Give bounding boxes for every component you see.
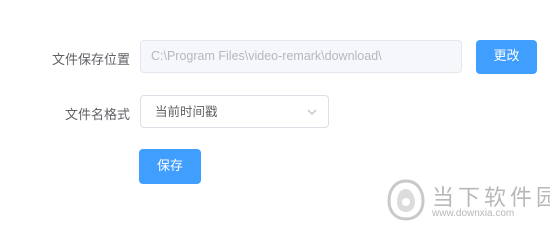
chevron-down-icon [307,109,317,115]
filename-format-select[interactable]: 当前时间戳 [140,95,329,128]
filename-format-label: 文件名格式 [64,108,130,123]
change-button[interactable]: 更改 [476,40,537,74]
save-location-label: 文件保存位置 [51,53,130,68]
watermark-url: www.downxia.com [432,208,515,219]
save-location-field[interactable]: C:\Program Files\video-remark\download\ [140,40,462,73]
downxia-logo-icon [387,179,425,221]
save-button[interactable]: 保存 [139,149,201,184]
filename-format-value: 当前时间戳 [155,104,218,119]
